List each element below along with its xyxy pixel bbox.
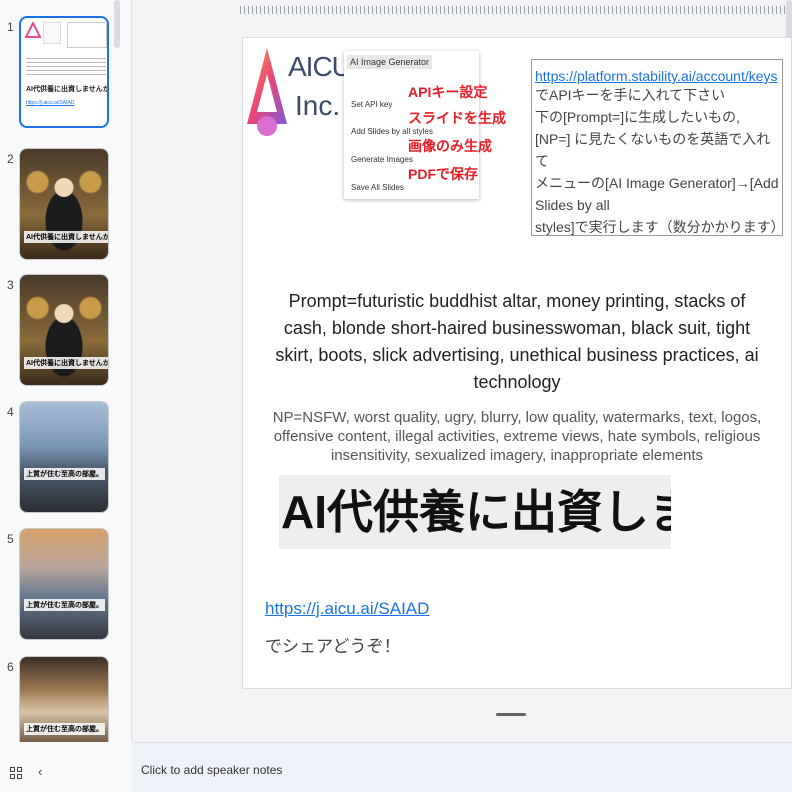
slide-caption: AI代供養に出資しませんか？: [24, 357, 108, 369]
slide-caption: 上質が住む至高の部屋。: [24, 723, 105, 735]
callout-generate-images: 画像のみ生成: [408, 138, 492, 154]
slide-title[interactable]: AI代供養に出資しませんか？: [279, 475, 671, 549]
slide-image: [20, 529, 108, 639]
negative-prompt-text[interactable]: NP=NSFW, worst quality, ugry, blurry, lo…: [271, 408, 763, 473]
slide-caption: AI代供養に出資しませんか？: [24, 231, 108, 243]
filmstrip-scrollbar[interactable]: [114, 0, 120, 48]
slide-number: 2: [7, 152, 14, 166]
callout-save-pdf: PDFで保存: [408, 166, 478, 182]
menu-item-generate-images[interactable]: Generate Images: [351, 155, 413, 164]
menu-item-set-api-key[interactable]: Set API key: [351, 100, 392, 109]
menu-item-add-slides[interactable]: Add Slides by all styles: [351, 127, 433, 136]
slide-caption: 上質が住む至高の部屋。: [24, 468, 105, 480]
slide-number: 1: [7, 20, 14, 34]
speaker-notes-placeholder[interactable]: Click to add speaker notes: [141, 763, 282, 777]
slide-image: [20, 402, 108, 512]
slide-thumbnail[interactable]: AI代供養に出資しませんか？ https://j.aicu.ai/SAIAD: [19, 16, 109, 128]
grid-view-icon[interactable]: [10, 767, 22, 779]
mini-share-link: https://j.aicu.ai/SAIAD: [26, 100, 75, 106]
callout-add-slides: スライドを生成: [408, 110, 506, 126]
slide-number: 6: [7, 660, 14, 674]
instruction-line: でAPIキーを手に入れて下さい: [535, 87, 726, 103]
mini-info-box: [67, 22, 107, 48]
slide-thumbnail[interactable]: AI代供養に出資しませんか？: [19, 274, 109, 386]
speaker-notes-panel[interactable]: Click to add speaker notes: [132, 742, 792, 792]
menu-item-save-all-slides[interactable]: Save All Slides: [351, 183, 404, 192]
aicu-logo-icon: [25, 22, 41, 38]
mini-menu: [43, 22, 61, 44]
instruction-line: メニューの[AI Image Generator]→[Add Slides by…: [535, 175, 779, 213]
instruction-line: 下の[Prompt=]に生成したいもの,: [535, 109, 740, 125]
instructions-box: https://platform.stability.ai/account/ke…: [531, 59, 785, 236]
slide-thumbnail[interactable]: 上質が住む至高の部屋。: [19, 528, 109, 640]
slide-canvas[interactable]: AICU Inc. AI Image Generator Set API key…: [242, 37, 792, 689]
mini-prompt: [26, 58, 106, 78]
logo-text-aicu: AICU: [288, 51, 352, 82]
share-link[interactable]: https://j.aicu.ai/SAIAD: [265, 599, 429, 619]
prompt-text[interactable]: Prompt=futuristic buddhist altar, money …: [271, 288, 763, 396]
slide-caption: 上質が住む至高の部屋。: [24, 599, 105, 611]
notes-resize-handle[interactable]: [496, 713, 526, 716]
slide-thumbnail[interactable]: 上質が住む至高の部屋。: [19, 656, 109, 742]
instruction-line: [NP=] に見たくないものを英語で入れて: [535, 131, 771, 169]
mini-title: AI代供養に出資しませんか？: [26, 86, 109, 93]
callout-api-key: APIキー設定: [408, 84, 488, 100]
instruction-line: styles]で実行します（数分かかります）: [535, 219, 785, 235]
slide-thumbnail[interactable]: AI代供養に出資しませんか？: [19, 148, 109, 260]
stability-api-link[interactable]: https://platform.stability.ai/account/ke…: [535, 68, 779, 84]
slide-thumbnail[interactable]: 上質が住む至高の部屋。: [19, 401, 109, 513]
filmstrip-panel: 1 AI代供養に出資しませんか？ https://j.aicu.ai/SAIAD…: [0, 0, 132, 742]
slide-number: 5: [7, 532, 14, 546]
slide-number: 3: [7, 278, 14, 292]
logo-text-inc: Inc.: [295, 90, 341, 121]
horizontal-ruler: [240, 0, 792, 14]
chevron-left-icon[interactable]: ‹: [38, 764, 42, 779]
slide-number: 4: [7, 405, 14, 419]
share-text: でシェアどうぞ！: [265, 637, 401, 656]
menu-title[interactable]: AI Image Generator: [347, 55, 433, 69]
